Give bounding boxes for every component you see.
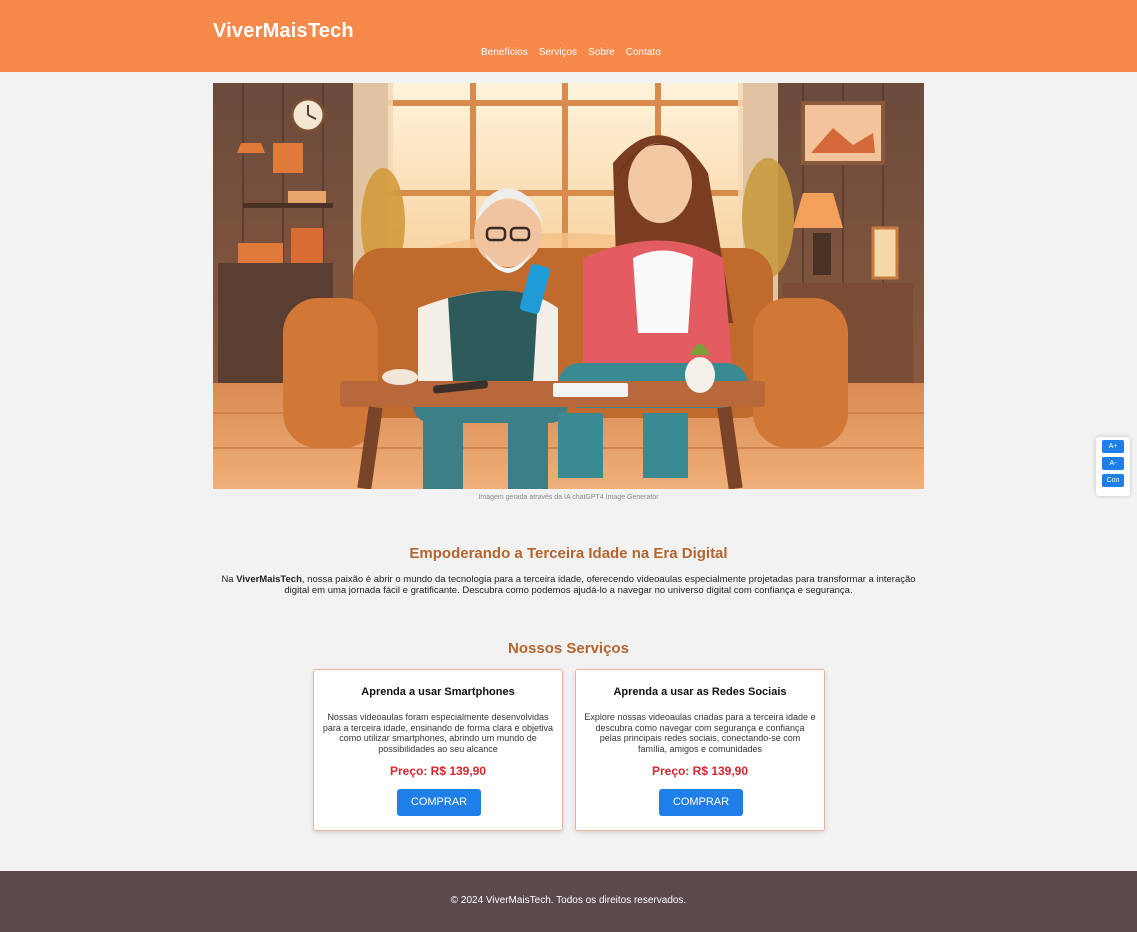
intro-text: Na ViverMaisTech, nossa paixão é abrir o… xyxy=(213,574,924,596)
nav-link-sobre[interactable]: Sobre xyxy=(588,47,615,58)
footer-copyright: © 2024 ViverMaisTech. Todos os direitos … xyxy=(450,895,687,906)
intro-brand: ViverMaisTech xyxy=(236,574,302,585)
service-card-smartphones: Aprenda a usar Smartphones Nossas videoa… xyxy=(313,669,563,831)
service-card-social-media: Aprenda a usar as Redes Sociais Explore … xyxy=(575,669,825,831)
intro-prefix: Na xyxy=(221,574,237,585)
service-card-price: Preço: R$ 139,90 xyxy=(389,764,487,778)
buy-button-social-media[interactable]: COMPRAR xyxy=(659,789,743,816)
site-footer: © 2024 ViverMaisTech. Todos os direitos … xyxy=(0,871,1137,932)
services-title: Nossos Serviços xyxy=(508,640,629,657)
brand-logo[interactable]: ViverMaisTech xyxy=(213,20,354,43)
nav-link-servicos[interactable]: Serviços xyxy=(539,47,577,58)
hero-caption: Imagem gerada através da IA chatGPT4 Ima… xyxy=(478,494,659,501)
font-decrease-button[interactable]: A- xyxy=(1102,457,1124,470)
nav-link-contato[interactable]: Contato xyxy=(626,47,661,58)
intro-body: , nossa paixão é abrir o mundo da tecnol… xyxy=(284,574,916,596)
main-nav: Benefícios Serviços Sobre Contato xyxy=(481,47,661,58)
service-card-description: Nossas videoaulas foram especialmente de… xyxy=(322,712,554,754)
service-card-title: Aprenda a usar as Redes Sociais xyxy=(613,686,787,698)
service-card-price: Preço: R$ 139,90 xyxy=(651,764,749,778)
intro-title: Empoderando a Terceira Idade na Era Digi… xyxy=(409,545,728,562)
accessibility-widget: A+ A- Con xyxy=(1096,437,1130,496)
nav-link-beneficios[interactable]: Benefícios xyxy=(481,47,528,58)
service-card-description: Explore nossas videoaulas criadas para a… xyxy=(584,712,816,754)
site-header: ViverMaisTech Benefícios Serviços Sobre … xyxy=(0,0,1137,72)
font-increase-button[interactable]: A+ xyxy=(1102,440,1124,453)
hero-image xyxy=(213,83,924,489)
contrast-toggle-button[interactable]: Con xyxy=(1102,474,1124,487)
service-card-title: Aprenda a usar Smartphones xyxy=(361,686,515,698)
buy-button-smartphones[interactable]: COMPRAR xyxy=(397,789,481,816)
